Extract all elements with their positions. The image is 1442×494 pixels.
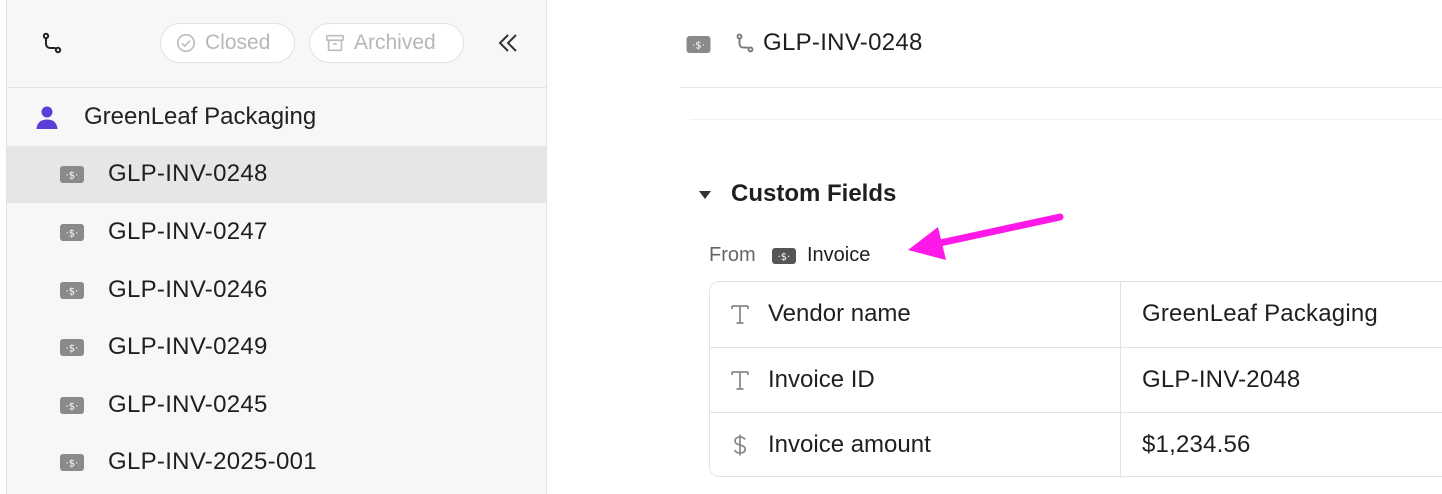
svg-text:·$·: ·$· [66, 171, 79, 182]
field-name: Vendor name [768, 300, 911, 327]
table-row[interactable]: Invoice amount $1,234.56 [710, 412, 1442, 477]
field-name: Invoice ID [768, 366, 875, 393]
sidebar-item-label: GLP-INV-0246 [108, 276, 268, 303]
person-icon [36, 106, 58, 129]
field-value[interactable]: GLP-INV-2048 [1142, 366, 1300, 394]
archive-icon [325, 34, 345, 52]
svg-text:·$·: ·$· [66, 344, 79, 355]
money-icon: ·$· [686, 36, 711, 53]
archived-filter-label: Archived [354, 31, 436, 54]
sidebar-item-invoice[interactable]: ·$· GLP-INV-0247 [7, 204, 546, 261]
from-label: From [709, 244, 756, 266]
field-value[interactable]: $1,234.56 [1142, 431, 1251, 459]
money-icon: ·$· [60, 397, 84, 414]
archived-filter-button[interactable]: Archived [309, 23, 464, 63]
sidebar-item-label: GLP-INV-0247 [108, 218, 268, 245]
money-icon: ·$· [60, 339, 84, 356]
section-title[interactable]: Custom Fields [731, 180, 896, 208]
annotation-arrow-icon [908, 213, 1064, 260]
dollar-icon [733, 434, 747, 456]
collapse-sidebar-icon[interactable] [495, 30, 521, 56]
money-icon: ·$· [772, 248, 796, 264]
svg-text:·$·: ·$· [778, 252, 791, 263]
sidebar-item-label: GLP-INV-0245 [108, 391, 268, 418]
sidebar-item-invoice[interactable]: ·$· GLP-INV-0245 [7, 377, 546, 434]
money-icon: ·$· [60, 166, 84, 183]
field-name: Invoice amount [768, 431, 931, 458]
sidebar-item-invoice[interactable]: ·$· GLP-INV-0246 [7, 262, 546, 319]
sidebar-item-label: GLP-INV-0249 [108, 333, 268, 360]
text-type-icon [731, 371, 749, 390]
sidebar-item-invoice[interactable]: ·$· GLP-INV-0249 [7, 319, 546, 376]
sidebar-toolbar: Closed Archived [7, 0, 546, 88]
money-icon: ·$· [60, 224, 84, 241]
field-value[interactable]: GreenLeaf Packaging [1142, 300, 1378, 328]
sidebar-item-invoice[interactable]: ·$· GLP-INV-0248 [7, 146, 546, 203]
sidebar: Closed Archived GreenLeaf Packaging ·$· … [6, 0, 547, 494]
svg-text:·$·: ·$· [692, 41, 705, 52]
money-icon: ·$· [60, 282, 84, 299]
table-row[interactable]: Invoice ID GLP-INV-2048 [710, 347, 1442, 412]
table-row[interactable]: Vendor name GreenLeaf Packaging [710, 282, 1442, 347]
page-title: GLP-INV-0248 [763, 29, 923, 56]
svg-text:·$·: ·$· [66, 459, 79, 470]
closed-filter-button[interactable]: Closed [160, 23, 295, 63]
route-icon[interactable] [40, 31, 64, 55]
sidebar-item-invoice[interactable]: ·$· GLP-INV-2025-001 [7, 434, 546, 491]
group-label: GreenLeaf Packaging [84, 103, 317, 130]
main-header: ·$· GLP-INV-0248 [547, 0, 1442, 88]
sidebar-item-label: GLP-INV-0248 [108, 160, 268, 187]
svg-text:·$·: ·$· [66, 229, 79, 240]
divider [690, 119, 1442, 120]
route-icon [736, 33, 754, 53]
closed-filter-label: Closed [205, 31, 271, 54]
from-source-link[interactable]: Invoice [807, 244, 870, 267]
svg-text:·$·: ·$· [66, 402, 79, 413]
sidebar-item-label: GLP-INV-2025-001 [108, 448, 317, 475]
divider [680, 87, 1442, 88]
group-row-greenleaf[interactable]: GreenLeaf Packaging [7, 88, 546, 145]
svg-text:·$·: ·$· [66, 287, 79, 298]
text-type-icon [731, 305, 749, 324]
caret-down-icon[interactable] [698, 189, 712, 201]
money-icon: ·$· [60, 454, 84, 471]
check-circle-icon [176, 33, 196, 53]
custom-fields-table: Vendor name GreenLeaf Packaging Invoice … [709, 281, 1442, 478]
